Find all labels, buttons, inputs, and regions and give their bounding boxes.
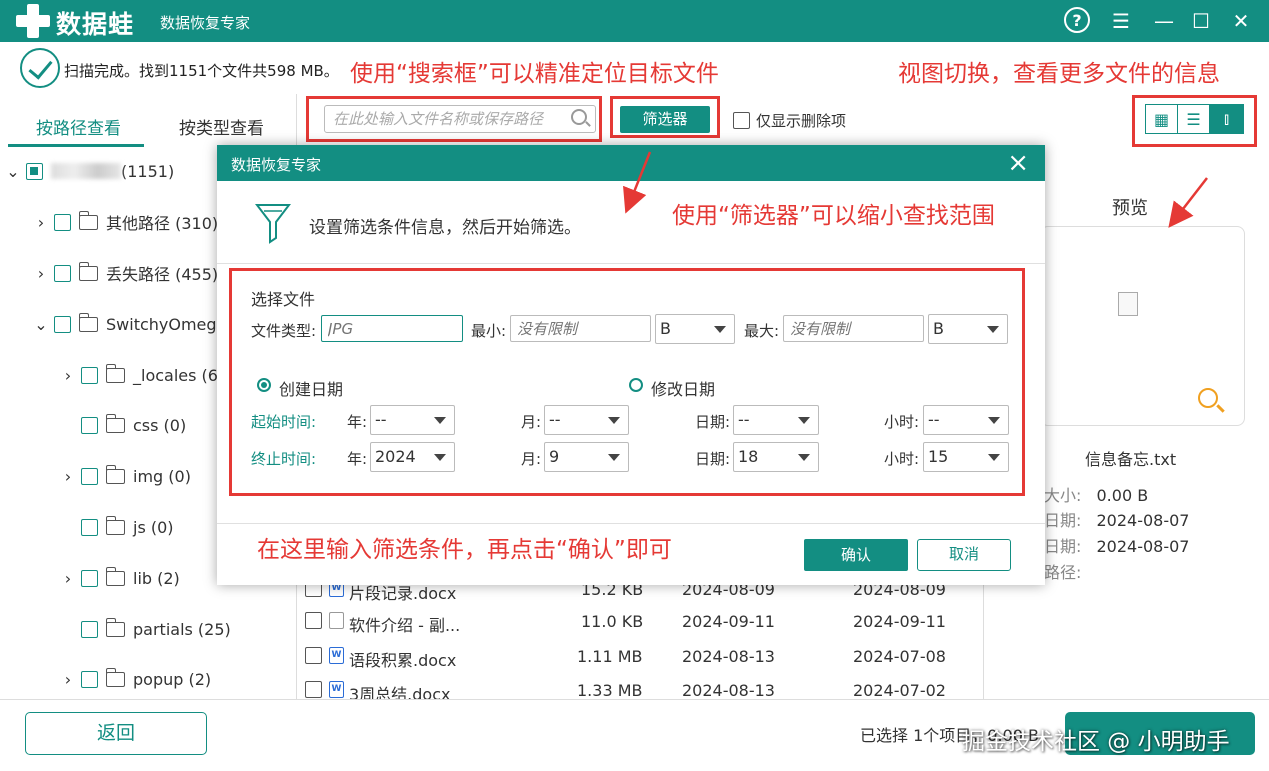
annotation-arrows (623, 151, 1208, 228)
arrow-to-filter (623, 151, 652, 214)
arrow-to-preview (1168, 177, 1208, 228)
